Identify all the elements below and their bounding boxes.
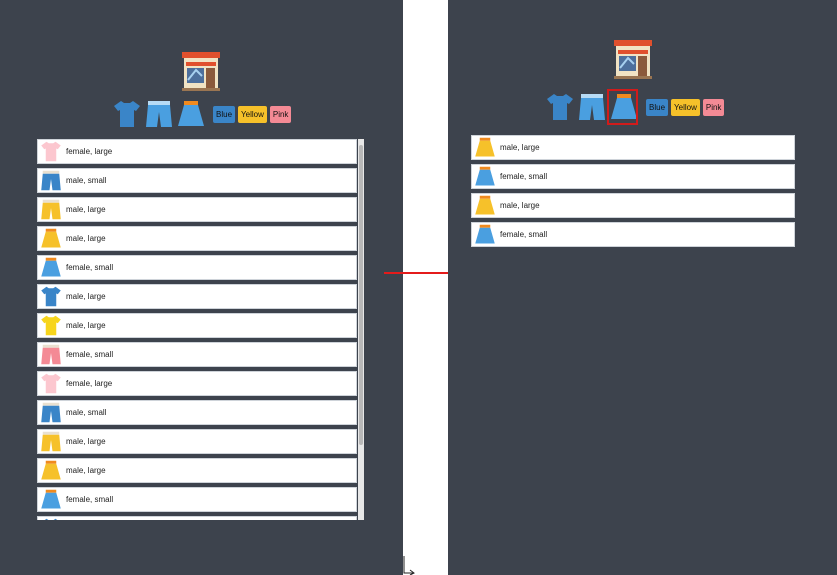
- shirt-icon: [41, 141, 61, 162]
- shirt-icon[interactable]: [547, 93, 573, 121]
- list-item[interactable]: female, small: [37, 487, 357, 512]
- right-panel: Blue Yellow Pink male, large female, smal…: [448, 0, 837, 575]
- selected-filter-highlight: [607, 89, 638, 125]
- skirt-icon: [475, 224, 495, 244]
- shorts-icon: [41, 170, 61, 191]
- list-item-label: male, large: [66, 466, 106, 475]
- list-item[interactable]: [37, 516, 357, 520]
- scrollbar[interactable]: [358, 139, 364, 520]
- store-icon: [612, 38, 654, 85]
- list-item-label: male, large: [500, 201, 540, 210]
- list-item-label: male, small: [66, 408, 107, 417]
- list-item[interactable]: female, large: [37, 371, 357, 396]
- list-item-label: male, large: [66, 205, 106, 214]
- list-item-label: male, large: [66, 437, 106, 446]
- shorts-icon: [41, 402, 61, 423]
- shorts-icon: [41, 199, 61, 220]
- left-panel: Blue Yellow Pink female, large male, smal…: [0, 0, 403, 575]
- list-item[interactable]: female, large: [37, 139, 357, 164]
- skirt-icon: [41, 489, 61, 509]
- list-item[interactable]: male, large: [37, 284, 357, 309]
- list-item-label: female, small: [66, 263, 114, 272]
- list-item-label: female, small: [500, 230, 548, 239]
- shirt-icon: [41, 315, 61, 336]
- scrollbar-thumb[interactable]: [359, 145, 363, 445]
- product-list[interactable]: male, large female, small male, large femal…: [471, 135, 795, 265]
- list-item-label: male, small: [66, 176, 107, 185]
- blue-filter-button[interactable]: Blue: [213, 105, 236, 123]
- list-item[interactable]: male, small: [37, 400, 357, 425]
- list-item[interactable]: male, large: [471, 135, 795, 160]
- shorts-icon[interactable]: [579, 93, 605, 121]
- skirt-icon: [475, 166, 495, 186]
- shirt-icon: [41, 286, 61, 307]
- yellow-filter-button[interactable]: Yellow: [238, 105, 267, 123]
- filter-bar: Blue Yellow Pink: [547, 89, 725, 125]
- list-item-label: female, small: [66, 495, 114, 504]
- shorts-icon[interactable]: [146, 100, 172, 128]
- list-item[interactable]: female, small: [37, 342, 357, 367]
- skirt-icon: [475, 195, 495, 215]
- list-item[interactable]: male, large: [471, 193, 795, 218]
- list-item-label: male, large: [66, 321, 106, 330]
- list-item[interactable]: male, large: [37, 197, 357, 222]
- store-icon: [180, 50, 222, 97]
- list-item-label: female, large: [66, 379, 113, 388]
- list-item[interactable]: female, small: [471, 164, 795, 189]
- text-cursor-icon: [403, 556, 415, 575]
- shirt-icon: [41, 373, 61, 394]
- list-item-label: female, large: [66, 147, 113, 156]
- list-item[interactable]: male, large: [37, 313, 357, 338]
- list-item[interactable]: male, small: [37, 168, 357, 193]
- list-item[interactable]: male, large: [37, 226, 357, 251]
- shirt-icon[interactable]: [114, 100, 140, 128]
- list-item[interactable]: male, large: [37, 458, 357, 483]
- pink-filter-button[interactable]: Pink: [702, 98, 725, 116]
- list-item-label: male, large: [66, 234, 106, 243]
- skirt-icon[interactable]: [178, 100, 204, 128]
- shirt-icon: [44, 518, 58, 520]
- shorts-icon: [41, 431, 61, 452]
- yellow-filter-button[interactable]: Yellow: [671, 98, 700, 116]
- list-item-label: male, large: [66, 292, 106, 301]
- skirt-icon[interactable]: [607, 89, 638, 125]
- skirt-icon: [41, 228, 61, 248]
- pink-filter-button[interactable]: Pink: [269, 105, 292, 123]
- list-item[interactable]: female, small: [471, 222, 795, 247]
- list-item-label: male, large: [500, 143, 540, 152]
- list-item[interactable]: female, small: [37, 255, 357, 280]
- skirt-icon: [41, 257, 61, 277]
- product-list[interactable]: female, large male, small male, large male,…: [37, 139, 364, 520]
- list-item[interactable]: male, large: [37, 429, 357, 454]
- skirt-icon: [475, 137, 495, 157]
- skirt-icon: [41, 460, 61, 480]
- shorts-icon: [41, 344, 61, 365]
- filter-bar: Blue Yellow Pink: [114, 100, 292, 128]
- list-item-label: female, small: [66, 350, 114, 359]
- blue-filter-button[interactable]: Blue: [646, 98, 669, 116]
- list-item-label: female, small: [500, 172, 548, 181]
